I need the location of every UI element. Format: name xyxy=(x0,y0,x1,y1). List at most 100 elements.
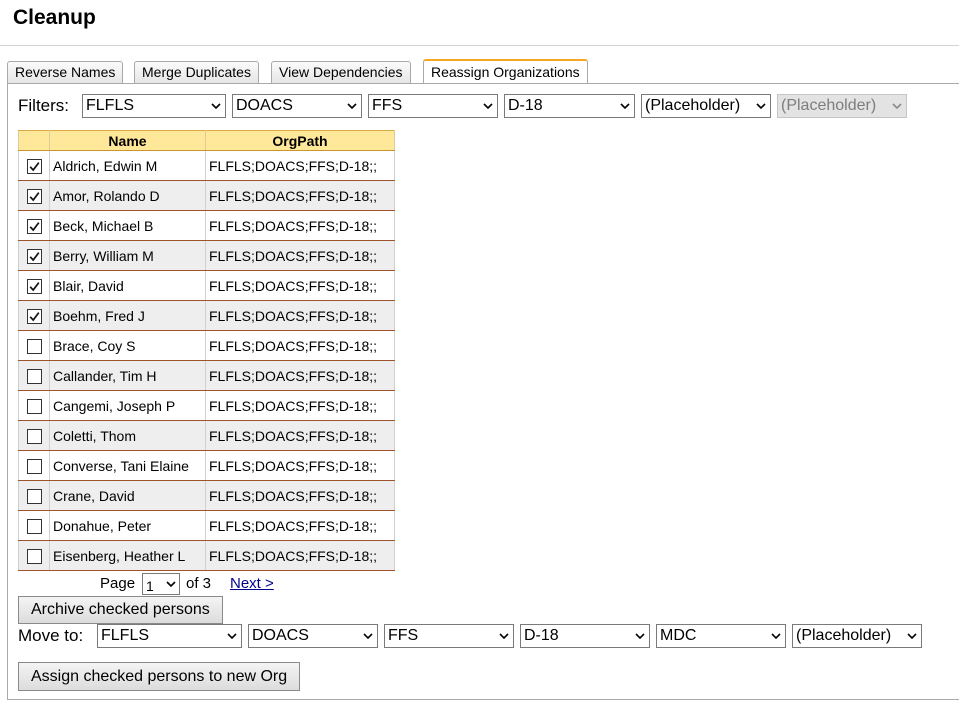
filter-select-2-value: DOACS xyxy=(236,97,293,114)
table-row: Amor, Rolando D FLFLS;DOACS;FFS;D-18;; xyxy=(18,180,395,211)
tab-panel-bottom-border xyxy=(7,699,959,700)
row-select-cell xyxy=(18,450,50,481)
orgpath-cell: FLFLS;DOACS;FFS;D-18;; xyxy=(205,210,395,241)
row-select-cell xyxy=(18,510,50,541)
person-name-cell: Aldrich, Edwin M xyxy=(49,150,206,181)
column-header-orgpath[interactable]: OrgPath xyxy=(205,130,395,151)
page-select-value: 1 xyxy=(146,578,154,594)
row-select-checkbox[interactable] xyxy=(26,488,42,504)
orgpath-cell: FLFLS;DOACS;FFS;D-18;; xyxy=(205,390,395,421)
checkmark-icon xyxy=(29,191,39,202)
row-select-cell xyxy=(18,210,50,241)
person-name-cell: Brace, Coy S xyxy=(49,330,206,361)
table-row: Beck, Michael B FLFLS;DOACS;FFS;D-18;; xyxy=(18,210,395,241)
persons-table: Name OrgPath Aldrich, Edwin M FLFLS;DOACS… xyxy=(18,130,395,571)
chevron-down-icon xyxy=(892,103,902,110)
table-row: Callander, Tim H FLFLS;DOACS;FFS;D-18;; xyxy=(18,360,395,391)
chevron-down-icon xyxy=(635,633,645,640)
move-to-select-1[interactable]: FLFLS xyxy=(97,624,242,648)
tab-reverse-names[interactable]: Reverse Names xyxy=(7,61,124,83)
row-select-checkbox[interactable] xyxy=(26,308,42,324)
column-header-name[interactable]: Name xyxy=(49,130,206,151)
table-row: Brace, Coy S FLFLS;DOACS;FFS;D-18;; xyxy=(18,330,395,361)
move-to-select-3[interactable]: FFS xyxy=(384,624,514,648)
move-to-select-4[interactable]: D-18 xyxy=(520,624,650,648)
row-select-checkbox[interactable] xyxy=(26,368,42,384)
title-divider xyxy=(0,45,959,46)
column-header-select xyxy=(18,130,50,151)
orgpath-cell: FLFLS;DOACS;FFS;D-18;; xyxy=(205,420,395,451)
chevron-down-icon xyxy=(227,633,237,640)
page-select[interactable]: 1 xyxy=(142,573,180,595)
chevron-down-icon xyxy=(483,103,493,110)
filter-select-4-value: D-18 xyxy=(508,97,543,114)
assign-to-new-org-button[interactable]: Assign checked persons to new Org xyxy=(18,662,301,691)
filter-select-1[interactable]: FLFLS xyxy=(82,94,226,118)
orgpath-cell: FLFLS;DOACS;FFS;D-18;; xyxy=(205,330,395,361)
tab-panel-top-border xyxy=(7,83,959,84)
chevron-down-icon xyxy=(363,633,373,640)
table-row: Blair, David FLFLS;DOACS;FFS;D-18;; xyxy=(18,270,395,301)
table-row: Donahue, Peter FLFLS;DOACS;FFS;D-18;; xyxy=(18,510,395,541)
orgpath-cell: FLFLS;DOACS;FFS;D-18;; xyxy=(205,180,395,211)
checkmark-icon xyxy=(29,311,39,322)
chevron-down-icon xyxy=(771,633,781,640)
row-select-checkbox[interactable] xyxy=(26,158,42,174)
row-select-checkbox[interactable] xyxy=(26,398,42,414)
person-name-cell: Amor, Rolando D xyxy=(49,180,206,211)
table-row: Berry, William M FLFLS;DOACS;FFS;D-18;; xyxy=(18,240,395,271)
person-name-cell: Coletti, Thom xyxy=(49,420,206,451)
pager-of-label: of 3 xyxy=(186,575,212,592)
archive-checked-button[interactable]: Archive checked persons xyxy=(18,596,223,624)
row-select-cell xyxy=(18,360,50,391)
filter-select-5-value: (Placeholder) xyxy=(645,97,741,114)
orgpath-cell: FLFLS;DOACS;FFS;D-18;; xyxy=(205,300,395,331)
chevron-down-icon xyxy=(166,581,176,588)
row-select-checkbox[interactable] xyxy=(26,338,42,354)
row-select-checkbox[interactable] xyxy=(26,428,42,444)
orgpath-cell: FLFLS;DOACS;FFS;D-18;; xyxy=(205,360,395,391)
move-to-select-6[interactable]: (Placeholder) xyxy=(792,624,922,648)
checkmark-icon xyxy=(29,251,39,262)
chevron-down-icon xyxy=(347,103,357,110)
orgpath-cell: FLFLS;DOACS;FFS;D-18;; xyxy=(205,450,395,481)
filter-select-3[interactable]: FFS xyxy=(368,94,498,118)
move-to-select-3-value: FFS xyxy=(388,627,419,644)
person-name-cell: Berry, William M xyxy=(49,240,206,271)
row-select-checkbox[interactable] xyxy=(26,548,42,564)
tab-view-dependencies[interactable]: View Dependencies xyxy=(271,61,411,83)
filter-select-5[interactable]: (Placeholder) xyxy=(641,94,771,118)
checkmark-icon xyxy=(29,161,39,172)
move-to-label: Move to: xyxy=(18,626,84,645)
person-name-cell: Callander, Tim H xyxy=(49,360,206,391)
row-select-cell xyxy=(18,330,50,361)
person-name-cell: Donahue, Peter xyxy=(49,510,206,541)
row-select-cell xyxy=(18,480,50,511)
checkmark-icon xyxy=(29,281,39,292)
row-select-cell xyxy=(18,270,50,301)
row-select-checkbox[interactable] xyxy=(26,518,42,534)
move-to-select-2[interactable]: DOACS xyxy=(248,624,378,648)
chevron-down-icon xyxy=(756,103,766,110)
filter-select-6-value: (Placeholder) xyxy=(781,97,877,114)
tab-reassign-organizations[interactable]: Reassign Organizations xyxy=(423,59,588,84)
person-name-cell: Boehm, Fred J xyxy=(49,300,206,331)
move-to-select-2-value: DOACS xyxy=(252,627,309,644)
chevron-down-icon xyxy=(907,633,917,640)
chevron-down-icon xyxy=(211,103,221,110)
move-to-select-5[interactable]: MDC xyxy=(656,624,786,648)
row-select-checkbox[interactable] xyxy=(26,278,42,294)
row-select-checkbox[interactable] xyxy=(26,458,42,474)
orgpath-cell: FLFLS;DOACS;FFS;D-18;; xyxy=(205,540,395,571)
row-select-checkbox[interactable] xyxy=(26,248,42,264)
filter-select-2[interactable]: DOACS xyxy=(232,94,362,118)
table-row: Boehm, Fred J FLFLS;DOACS;FFS;D-18;; xyxy=(18,300,395,331)
row-select-cell xyxy=(18,390,50,421)
next-page-link[interactable]: Next > xyxy=(230,575,274,592)
filter-select-6: (Placeholder) xyxy=(777,94,907,118)
row-select-checkbox[interactable] xyxy=(26,218,42,234)
filter-select-4[interactable]: D-18 xyxy=(504,94,635,118)
row-select-checkbox[interactable] xyxy=(26,188,42,204)
row-select-cell xyxy=(18,180,50,211)
tab-merge-duplicates[interactable]: Merge Duplicates xyxy=(134,61,259,83)
